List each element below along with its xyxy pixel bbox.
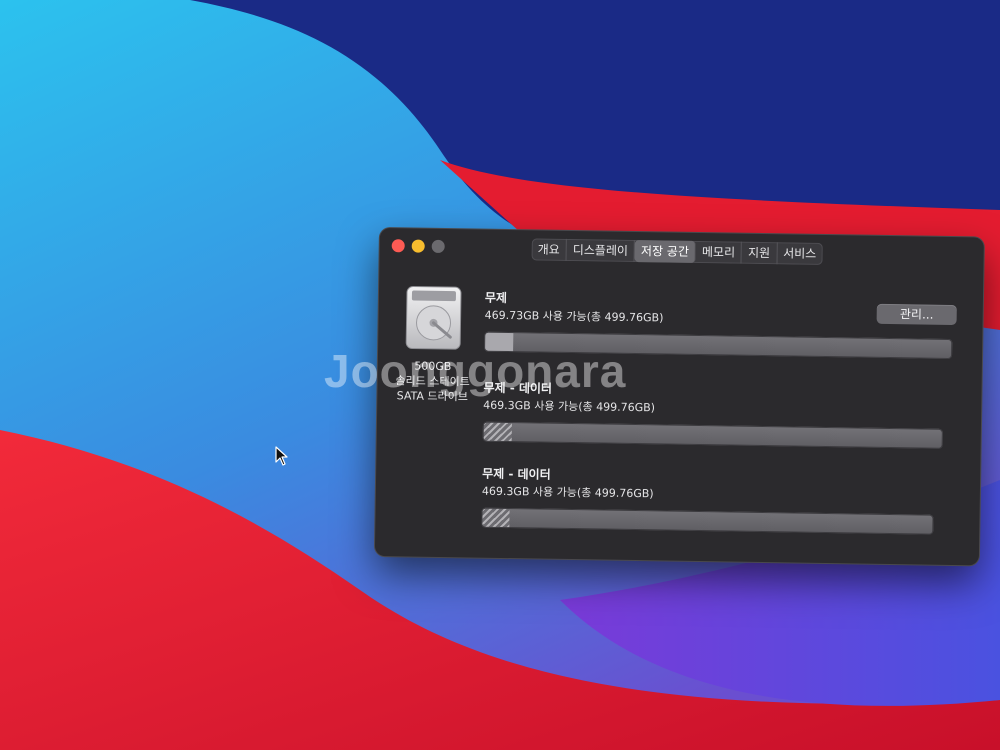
tab-bar: 개요 디스플레이 저장 공간 메모리 지원 서비스: [531, 238, 823, 265]
storage-bar-used: [483, 422, 512, 442]
tab-service[interactable]: 서비스: [777, 242, 822, 265]
tab-support[interactable]: 지원: [741, 241, 778, 265]
volume-item: 무제 - 데이터 469.3GB 사용 가능(총 499.76GB): [481, 466, 934, 535]
close-button[interactable]: [391, 239, 405, 253]
mouse-pointer-icon: [275, 446, 288, 466]
tab-storage[interactable]: 저장 공간: [634, 240, 697, 263]
storage-bar: [481, 507, 934, 535]
storage-bar: [482, 421, 943, 449]
tab-memory[interactable]: 메모리: [695, 240, 743, 264]
minimize-button[interactable]: [411, 239, 425, 253]
tab-overview[interactable]: 개요: [531, 238, 567, 261]
zoom-button[interactable]: [431, 239, 445, 254]
storage-bar-used: [482, 508, 510, 528]
watermark: Joonggonara: [324, 345, 627, 397]
tab-displays[interactable]: 디스플레이: [566, 238, 636, 263]
hard-drive-icon: [405, 286, 462, 350]
